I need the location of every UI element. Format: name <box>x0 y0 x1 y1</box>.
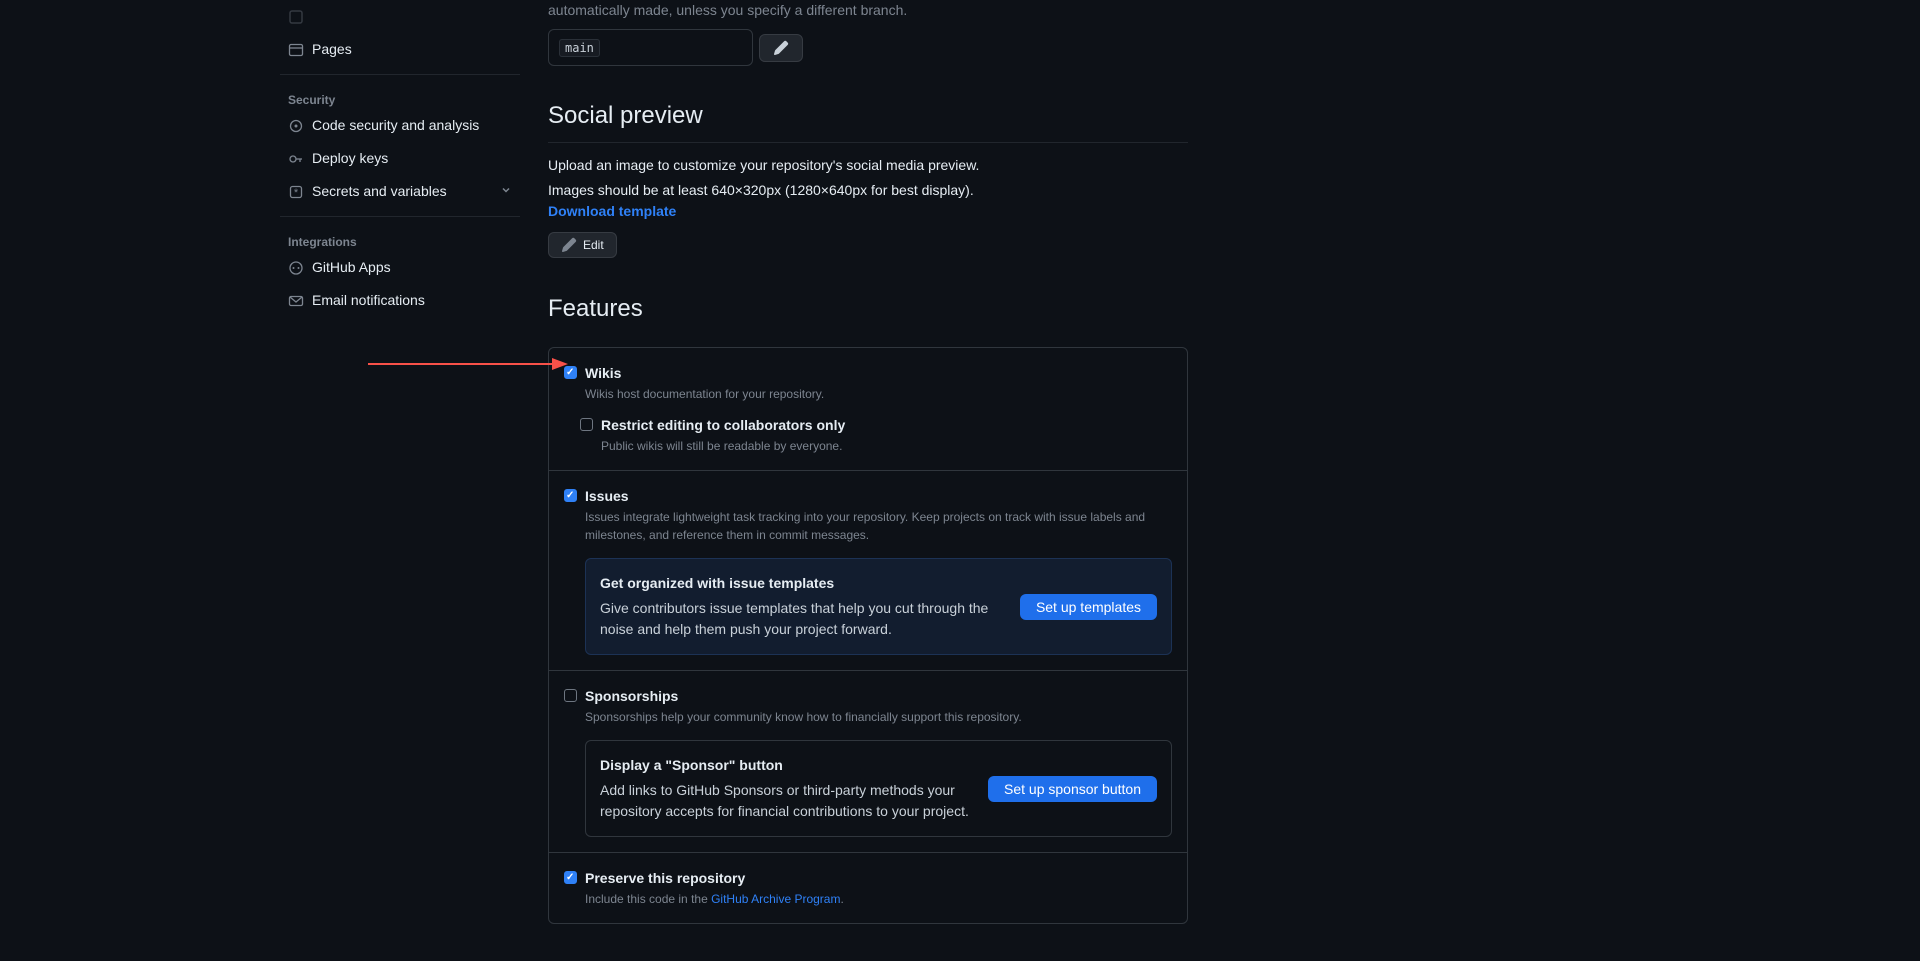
wikis-desc: Wikis host documentation for your reposi… <box>585 385 824 403</box>
settings-main: automatically made, unless you specify a… <box>548 0 1188 924</box>
wikis-label: Wikis <box>585 363 824 384</box>
social-preview-desc: Upload an image to customize your reposi… <box>548 155 1188 176</box>
prompt-title: Display a "Sponsor" button <box>600 755 972 776</box>
issue-templates-prompt: Get organized with issue templates Give … <box>585 558 1172 655</box>
preserve-desc: Include this code in the GitHub Archive … <box>585 890 844 908</box>
mail-icon <box>288 293 304 309</box>
default-branch-input: main <box>548 29 753 66</box>
asterisk-icon: * <box>288 184 304 200</box>
hubot-icon <box>288 260 304 276</box>
sidebar-item-label: Pages <box>312 39 352 60</box>
issues-desc: Issues integrate lightweight task tracki… <box>585 508 1172 544</box>
sidebar-heading-security: Security <box>280 83 520 109</box>
sidebar-item-code-security[interactable]: Code security and analysis <box>280 109 520 142</box>
pencil-icon <box>561 237 577 253</box>
browser-icon <box>288 42 304 58</box>
preserve-label: Preserve this repository <box>585 868 844 889</box>
social-preview-heading: Social preview <box>548 98 1188 143</box>
key-icon <box>288 151 304 167</box>
sidebar-item-secrets[interactable]: * Secrets and variables <box>280 175 520 208</box>
sidebar-item-label: Deploy keys <box>312 148 388 169</box>
sponsorships-desc: Sponsorships help your community know ho… <box>585 708 1172 726</box>
sponsorships-checkbox[interactable] <box>564 689 577 702</box>
edit-branch-button[interactable] <box>759 34 803 62</box>
issues-checkbox[interactable] <box>564 489 577 502</box>
pencil-icon <box>773 40 789 56</box>
feature-preserve: Preserve this repository Include this co… <box>549 853 1187 923</box>
svg-text:*: * <box>294 187 299 199</box>
social-preview-desc2: Images should be at least 640×320px (128… <box>548 180 1188 201</box>
sidebar-item-label: Code security and analysis <box>312 115 479 136</box>
sidebar-item-label <box>312 6 316 27</box>
setup-sponsor-button[interactable]: Set up sponsor button <box>988 776 1157 802</box>
wikis-checkbox[interactable] <box>564 366 577 379</box>
sidebar-item-truncated[interactable] <box>280 0 520 33</box>
chevron-down-icon <box>500 181 512 202</box>
sidebar-item-deploy-keys[interactable]: Deploy keys <box>280 142 520 175</box>
setup-templates-button[interactable]: Set up templates <box>1020 594 1157 620</box>
settings-sidebar: Pages Security Code security and analysi… <box>280 0 536 924</box>
sidebar-item-github-apps[interactable]: GitHub Apps <box>280 251 520 284</box>
sidebar-item-email-notifications[interactable]: Email notifications <box>280 284 520 317</box>
edit-label: Edit <box>583 236 604 254</box>
archive-program-link[interactable]: GitHub Archive Program <box>711 892 840 906</box>
generic-icon <box>288 9 304 25</box>
issues-label: Issues <box>585 486 1172 507</box>
preserve-checkbox[interactable] <box>564 871 577 884</box>
sponsor-button-prompt: Display a "Sponsor" button Add links to … <box>585 740 1172 837</box>
prompt-desc: Give contributors issue templates that h… <box>600 598 1004 640</box>
prompt-desc: Add links to GitHub Sponsors or third-pa… <box>600 780 972 822</box>
sidebar-item-label: Secrets and variables <box>312 181 447 202</box>
default-branch-desc: automatically made, unless you specify a… <box>548 0 1188 21</box>
features-box: Wikis Wikis host documentation for your … <box>548 347 1188 924</box>
feature-wikis: Wikis Wikis host documentation for your … <box>549 348 1187 471</box>
features-heading: Features <box>548 291 1188 335</box>
feature-issues: Issues Issues integrate lightweight task… <box>549 471 1187 671</box>
sidebar-item-label: GitHub Apps <box>312 257 391 278</box>
sidebar-item-pages[interactable]: Pages <box>280 33 520 66</box>
branch-name: main <box>559 39 600 57</box>
restrict-desc: Public wikis will still be readable by e… <box>601 437 845 455</box>
prompt-title: Get organized with issue templates <box>600 573 1004 594</box>
sidebar-heading-integrations: Integrations <box>280 225 520 251</box>
feature-sponsorships: Sponsorships Sponsorships help your comm… <box>549 671 1187 853</box>
download-template-link[interactable]: Download template <box>548 203 676 219</box>
edit-social-button[interactable]: Edit <box>548 232 617 258</box>
restrict-label: Restrict editing to collaborators only <box>601 415 845 436</box>
sponsorships-label: Sponsorships <box>585 686 1172 707</box>
restrict-editing-checkbox[interactable] <box>580 418 593 431</box>
sidebar-item-label: Email notifications <box>312 290 425 311</box>
code-scan-icon <box>288 118 304 134</box>
